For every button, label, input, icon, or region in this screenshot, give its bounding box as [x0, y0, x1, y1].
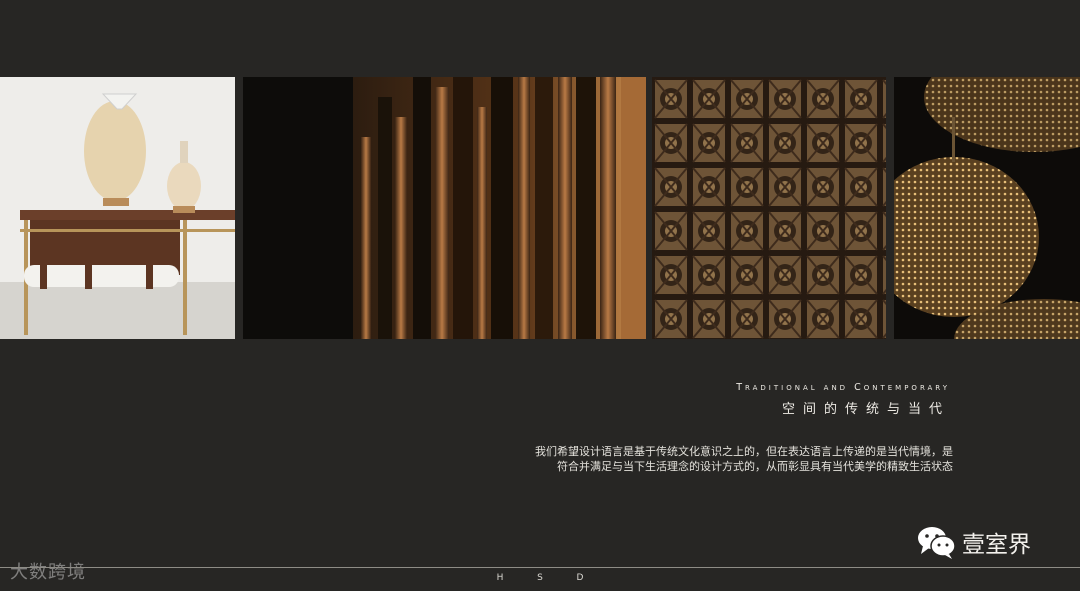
perforated-brass-lamp-photo: [894, 77, 1080, 339]
wooden-slats-light-photo: [243, 77, 646, 339]
heading-chinese: 空间的传统与当代: [781, 402, 950, 417]
footer-letters: H S D: [480, 573, 600, 583]
description-line-2: 符合并满足与当下生活理念的设计方式的，从而彰显具有当代美学的精致生活状态: [557, 460, 953, 473]
wechat-account-name: 壹室界: [962, 532, 1031, 558]
table-with-vases-photo: [0, 77, 235, 339]
left-watermark: 大数跨境: [10, 558, 86, 584]
footer-letter-s: S: [537, 573, 543, 583]
footer-rule: [0, 567, 1080, 568]
footer-letter-d: D: [576, 573, 584, 583]
wechat-watermark: 壹室界: [916, 524, 1031, 560]
heading-english: Traditional and Contemporary: [736, 382, 950, 393]
description-line-1: 我们希望设计语言是基于传统文化意识之上的，但在表达语言上传递的是当代情境，是: [535, 445, 953, 458]
carved-lattice-wall-photo: [652, 77, 886, 339]
wechat-icon: [918, 527, 956, 559]
description: 我们希望设计语言是基于传统文化意识之上的，但在表达语言上传递的是当代情境，是 符…: [493, 444, 953, 474]
left-watermark-text: 大数跨境: [10, 562, 86, 583]
footer-letter-h: H: [496, 573, 504, 583]
